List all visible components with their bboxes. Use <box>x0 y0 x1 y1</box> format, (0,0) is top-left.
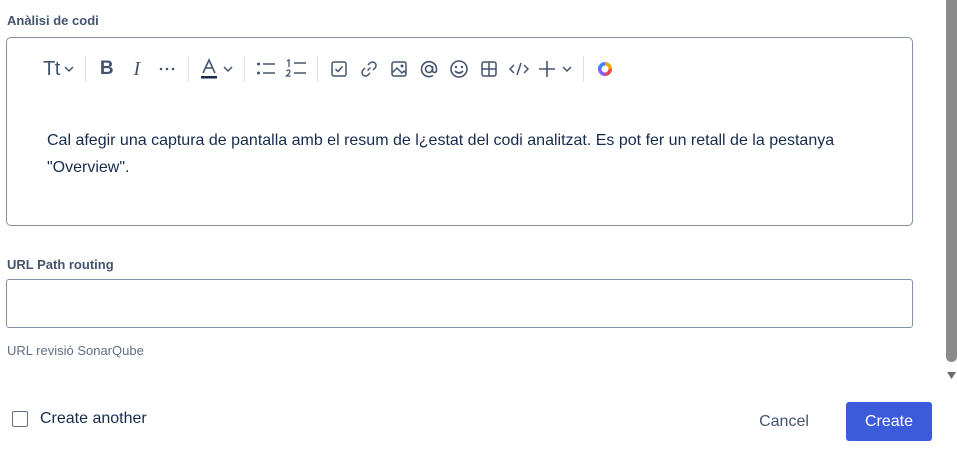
bold-icon: B <box>99 58 114 79</box>
toolbar-divider <box>316 56 318 82</box>
text-color-icon <box>200 58 217 79</box>
chevron-down-icon <box>562 66 572 73</box>
scrollbar-thumb[interactable] <box>946 0 957 362</box>
action-item-icon <box>331 61 347 77</box>
bullet-list-button[interactable] <box>251 53 281 85</box>
cancel-button[interactable]: Cancel <box>746 402 822 441</box>
chevron-down-icon <box>223 66 233 73</box>
image-button[interactable] <box>384 53 414 85</box>
bullet-list-icon <box>256 62 275 75</box>
editor-toolbar: Tt B I <box>39 53 620 85</box>
italic-button[interactable]: I <box>122 53 152 85</box>
code-icon <box>508 62 529 76</box>
more-formatting-button[interactable] <box>152 53 182 85</box>
url-path-routing-label: URL Path routing <box>7 257 114 272</box>
text-style-button[interactable]: Tt <box>39 53 79 85</box>
editor-content-text[interactable]: Cal afegir una captura de pantalla amb e… <box>47 127 887 181</box>
ai-icon <box>597 62 612 76</box>
analysis-field-label: Anàlisi de codi <box>7 13 99 28</box>
table-button[interactable] <box>474 53 504 85</box>
emoji-button[interactable] <box>444 53 474 85</box>
more-formatting-icon <box>159 67 175 71</box>
emoji-icon <box>449 60 468 78</box>
create-button[interactable]: Create <box>846 402 932 441</box>
insert-icon <box>538 61 555 77</box>
ai-button[interactable] <box>590 53 620 85</box>
chevron-down-icon <box>64 66 74 73</box>
triangle-down-icon <box>947 371 956 379</box>
create-another-label: Create another <box>40 410 147 427</box>
toolbar-divider <box>243 56 245 82</box>
create-another-checkbox[interactable] <box>12 411 28 427</box>
action-item-button[interactable] <box>324 53 354 85</box>
toolbar-divider <box>187 56 189 82</box>
italic-icon: I <box>133 57 141 80</box>
url-path-routing-input[interactable] <box>6 279 913 328</box>
create-another-toggle[interactable]: Create another <box>12 410 147 428</box>
text-color-button[interactable] <box>195 53 238 85</box>
numbered-list-button[interactable] <box>281 53 311 85</box>
table-icon <box>481 61 497 77</box>
url-path-routing-helper: URL revisió SonarQube <box>7 343 144 358</box>
scrollbar-down-arrow[interactable] <box>946 370 957 380</box>
mention-button[interactable] <box>414 53 444 85</box>
toolbar-divider <box>582 56 584 82</box>
bold-button[interactable]: B <box>92 53 122 85</box>
toolbar-divider <box>84 56 86 82</box>
rich-text-editor[interactable]: Tt B I Cal afegir una captura de pantall… <box>6 37 913 226</box>
link-button[interactable] <box>354 53 384 85</box>
image-icon <box>391 61 407 77</box>
insert-button[interactable] <box>534 53 577 85</box>
numbered-list-icon <box>284 59 306 77</box>
text-style-label: Tt <box>43 57 60 80</box>
link-icon <box>361 61 377 77</box>
mention-icon <box>420 60 438 78</box>
code-button[interactable] <box>504 53 534 85</box>
